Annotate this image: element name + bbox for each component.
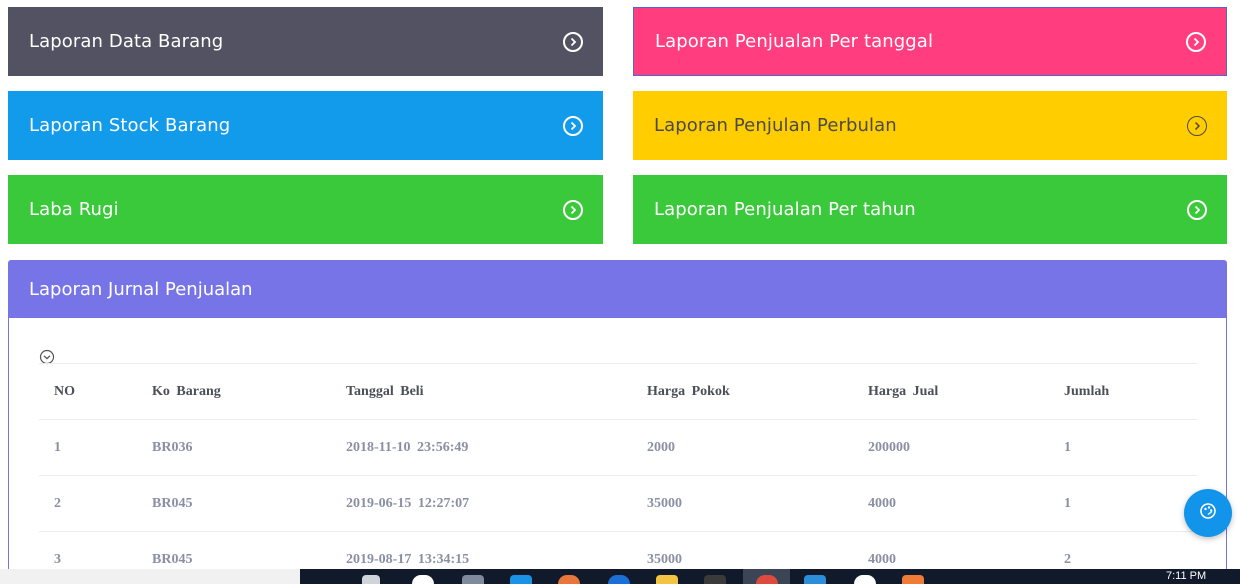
column-header-no: NO bbox=[54, 384, 75, 399]
card-laporan-data-barang[interactable]: Laporan Data Barang bbox=[8, 7, 603, 76]
card-label: Laba Rugi bbox=[29, 199, 119, 220]
cell-harga-pokok: 35000 bbox=[647, 496, 682, 511]
cell-harga-jual: 200000 bbox=[868, 440, 910, 455]
os-taskbar: 7:11 PM bbox=[0, 569, 1240, 584]
app-icon[interactable] bbox=[462, 575, 484, 584]
vscode-icon[interactable] bbox=[804, 575, 826, 584]
chevron-circle-right-icon bbox=[1186, 31, 1206, 52]
table-row: 2 BR045 2019-06-15 12:27:07 35000 4000 1 bbox=[39, 476, 1197, 532]
chevron-circle-right-icon bbox=[563, 115, 583, 136]
cell-harga-pokok: 2000 bbox=[647, 440, 675, 455]
card-laporan-penjualan-per-tahun[interactable]: Laporan Penjualan Per tahun bbox=[633, 175, 1227, 244]
cell-ko-barang: BR036 bbox=[152, 440, 193, 455]
folder-icon[interactable] bbox=[656, 575, 678, 584]
store-icon[interactable] bbox=[362, 575, 380, 584]
panel-header: Laporan Jurnal Penjualan bbox=[9, 261, 1226, 318]
chrome-icon[interactable] bbox=[756, 575, 778, 584]
column-header-tanggal-beli: Tanggal Beli bbox=[346, 384, 424, 399]
cell-tanggal-beli: 2019-06-15 12:27:07 bbox=[346, 496, 470, 511]
card-label: Laporan Stock Barang bbox=[29, 115, 231, 136]
chevron-circle-right-icon bbox=[563, 199, 583, 220]
column-header-jumlah: Jumlah bbox=[1064, 384, 1110, 399]
cell-jumlah: 1 bbox=[1064, 440, 1071, 455]
settings-fab-button[interactable] bbox=[1184, 489, 1232, 537]
table-row: 1 BR036 2018-11-10 23:56:49 2000 200000 … bbox=[39, 420, 1197, 476]
card-laporan-penjualan-perbulan[interactable]: Laporan Penjulan Perbulan bbox=[633, 91, 1227, 160]
cell-no: 2 bbox=[54, 496, 61, 511]
jurnal-table: NO Ko Barang Tanggal Beli Harga Pokok Ha… bbox=[39, 363, 1197, 584]
app-icon[interactable] bbox=[704, 575, 726, 584]
cell-jumlah: 1 bbox=[1064, 496, 1071, 511]
chevron-circle-right-icon bbox=[563, 31, 583, 52]
app-icon[interactable] bbox=[510, 575, 532, 584]
cell-no: 1 bbox=[54, 440, 61, 455]
cell-harga-jual: 4000 bbox=[868, 496, 896, 511]
cell-tanggal-beli: 2018-11-10 23:56:49 bbox=[346, 440, 469, 455]
edge-icon[interactable] bbox=[608, 575, 630, 584]
laporan-jurnal-penjualan-panel: Laporan Jurnal Penjualan NO Ko Barang Ta… bbox=[8, 260, 1227, 584]
card-laporan-stock-barang[interactable]: Laporan Stock Barang bbox=[8, 91, 603, 160]
palette-icon bbox=[1199, 502, 1217, 525]
column-header-harga-jual: Harga Jual bbox=[868, 384, 939, 399]
app-icon[interactable] bbox=[902, 575, 924, 584]
card-label: Laporan Penjualan Per tahun bbox=[654, 199, 916, 220]
card-label: Laporan Penjualan Per tanggal bbox=[655, 31, 934, 52]
app-icon[interactable] bbox=[412, 575, 434, 584]
app-icon[interactable] bbox=[854, 575, 876, 584]
card-label: Laporan Penjulan Perbulan bbox=[654, 115, 897, 136]
table-header-row: NO Ko Barang Tanggal Beli Harga Pokok Ha… bbox=[39, 364, 1197, 420]
column-header-ko-barang: Ko Barang bbox=[152, 384, 221, 399]
taskbar-clock[interactable]: 7:11 PM bbox=[1166, 570, 1206, 582]
panel-title: Laporan Jurnal Penjualan bbox=[29, 279, 253, 300]
chevron-circle-right-icon bbox=[1187, 199, 1207, 220]
chevron-circle-right-icon bbox=[1187, 115, 1207, 136]
cell-ko-barang: BR045 bbox=[152, 496, 193, 511]
card-label: Laporan Data Barang bbox=[29, 31, 224, 52]
card-laporan-penjualan-per-tanggal[interactable]: Laporan Penjualan Per tanggal bbox=[633, 7, 1227, 76]
column-header-harga-pokok: Harga Pokok bbox=[647, 384, 730, 399]
app-icon[interactable] bbox=[558, 575, 580, 584]
card-laba-rugi[interactable]: Laba Rugi bbox=[8, 175, 603, 244]
taskbar-search-area[interactable] bbox=[0, 569, 300, 584]
